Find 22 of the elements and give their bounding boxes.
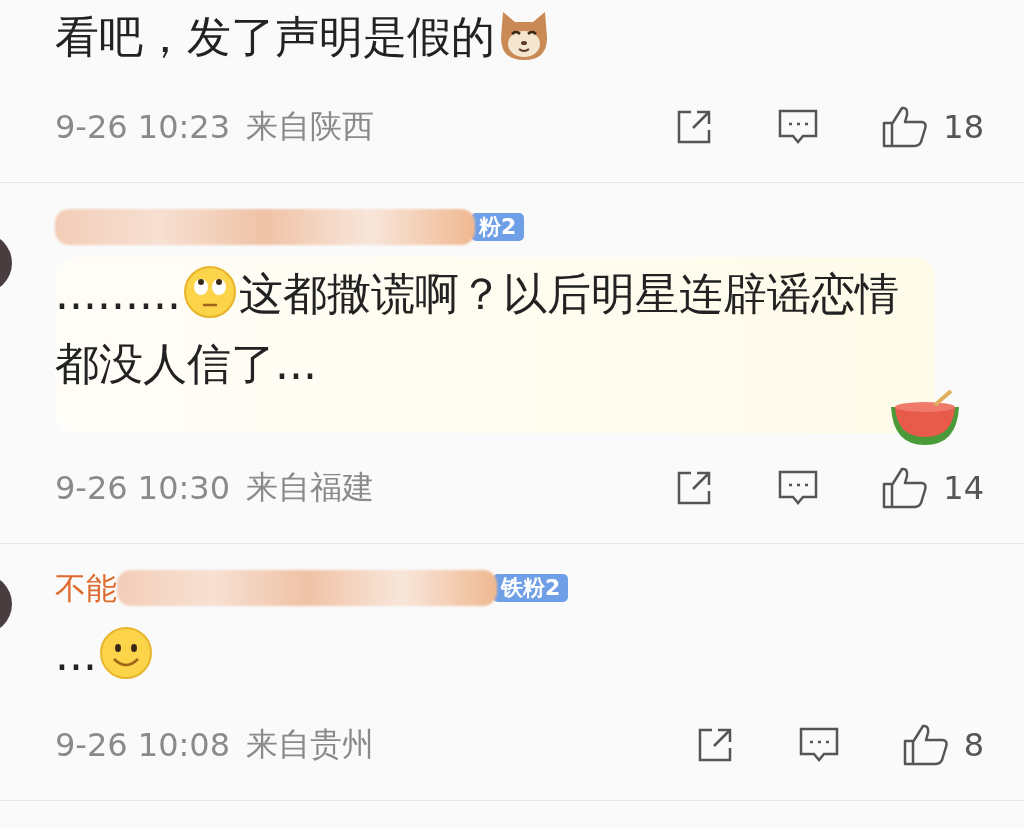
thumbs-up-icon[interactable] — [881, 105, 930, 149]
comment-icon[interactable] — [797, 726, 840, 764]
rolling-eyes-emoji-icon — [182, 265, 237, 319]
like-count: 18 — [943, 108, 984, 146]
fan-badge: 铁粉2 — [493, 574, 569, 602]
comment-icon[interactable] — [777, 108, 820, 146]
comment-text: ... — [55, 618, 935, 690]
thumbs-up-icon[interactable] — [901, 723, 950, 767]
smile-emoji-icon — [98, 626, 153, 680]
comment-location: 来自贵州 — [246, 724, 374, 765]
user-name[interactable]: 不能 — [55, 572, 117, 604]
comment-icon[interactable] — [777, 469, 820, 507]
comment-location: 来自陕西 — [246, 106, 374, 147]
thumbs-up-icon[interactable] — [881, 466, 930, 510]
comment-time: 9-26 10:23 — [55, 108, 230, 146]
comment-location: 来自福建 — [246, 467, 374, 508]
comment-time: 9-26 10:08 — [55, 726, 230, 764]
like-count: 8 — [963, 726, 984, 764]
fan-badge: 粉2 — [471, 213, 525, 241]
comment-time: 9-26 10:30 — [55, 469, 230, 507]
like-count: 14 — [943, 469, 984, 507]
comment-text: 看吧，发了声明是假的 — [55, 0, 935, 72]
